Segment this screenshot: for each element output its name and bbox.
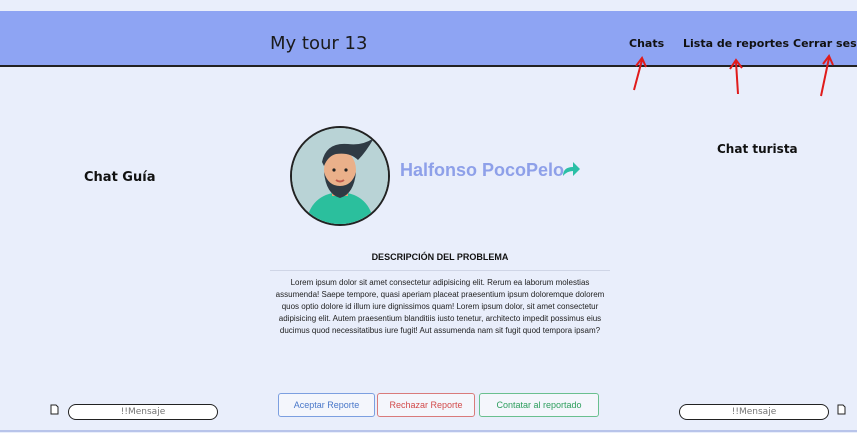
share-icon[interactable] xyxy=(561,160,581,178)
arrow-icon xyxy=(820,54,834,97)
report-description-title: DESCRIPCIÓN DEL PROBLEMA xyxy=(371,252,509,262)
nav-logout[interactable]: Cerrar sesion xyxy=(793,37,857,50)
attach-file-icon[interactable] xyxy=(50,404,59,415)
divider xyxy=(270,270,610,271)
avatar xyxy=(290,126,390,226)
brand-title[interactable]: My tour 13 xyxy=(270,33,367,54)
person-icon xyxy=(292,128,388,224)
accept-report-button[interactable]: Aceptar Reporte xyxy=(278,393,375,417)
guide-message-input[interactable] xyxy=(68,404,218,420)
arrow-icon xyxy=(633,56,647,91)
nav-chats[interactable]: Chats xyxy=(629,37,664,50)
nav-report-list[interactable]: Lista de reportes xyxy=(683,37,789,50)
chat-guide-title: Chat Guía xyxy=(84,170,156,185)
reject-report-button[interactable]: Rechazar Reporte xyxy=(377,393,475,417)
profile-name-link[interactable]: Halfonso PocoPelo xyxy=(400,160,564,181)
tourist-message-input[interactable] xyxy=(679,404,829,420)
contact-reported-button[interactable]: Contatar al reportado xyxy=(479,393,599,417)
report-description-text: Lorem ipsum dolor sit amet consectetur a… xyxy=(275,278,605,335)
chat-tourist-title: Chat turista xyxy=(717,142,798,156)
attach-file-icon[interactable] xyxy=(837,404,846,415)
arrow-icon xyxy=(729,58,743,95)
footer-line xyxy=(0,430,857,432)
